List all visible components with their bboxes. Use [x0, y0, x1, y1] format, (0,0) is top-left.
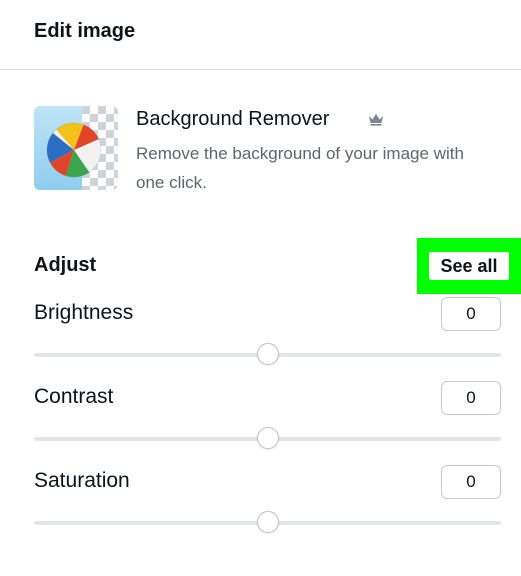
panel-title: Edit image: [34, 20, 136, 42]
beach-ball-image: [34, 106, 118, 190]
background-remover-card[interactable]: Background Remover Remove the background…: [34, 106, 464, 192]
saturation-value-input[interactable]: [441, 465, 501, 499]
saturation-control: Saturation: [34, 465, 501, 545]
saturation-label: Saturation: [34, 469, 130, 492]
contrast-slider-handle[interactable]: [256, 427, 279, 449]
background-remover-title[interactable]: Background Remover: [136, 108, 329, 131]
brightness-slider-handle[interactable]: [256, 343, 279, 365]
brightness-value-input[interactable]: [441, 297, 501, 331]
saturation-slider-handle[interactable]: [256, 511, 279, 533]
contrast-label: Contrast: [34, 385, 114, 408]
see-all-button[interactable]: See all: [429, 252, 509, 280]
background-remover-description: Remove the background of your image with…: [136, 144, 464, 192]
brightness-label: Brightness: [34, 301, 134, 324]
see-all-highlight: See all: [417, 238, 521, 294]
contrast-control: Contrast: [34, 381, 501, 461]
adjust-heading: Adjust: [34, 254, 97, 276]
panel-header: Edit image: [0, 0, 521, 70]
background-remover-thumbnail[interactable]: [34, 106, 118, 190]
contrast-value-input[interactable]: [441, 381, 501, 415]
brightness-control: Brightness: [34, 297, 501, 377]
crown-icon: [369, 114, 383, 126]
